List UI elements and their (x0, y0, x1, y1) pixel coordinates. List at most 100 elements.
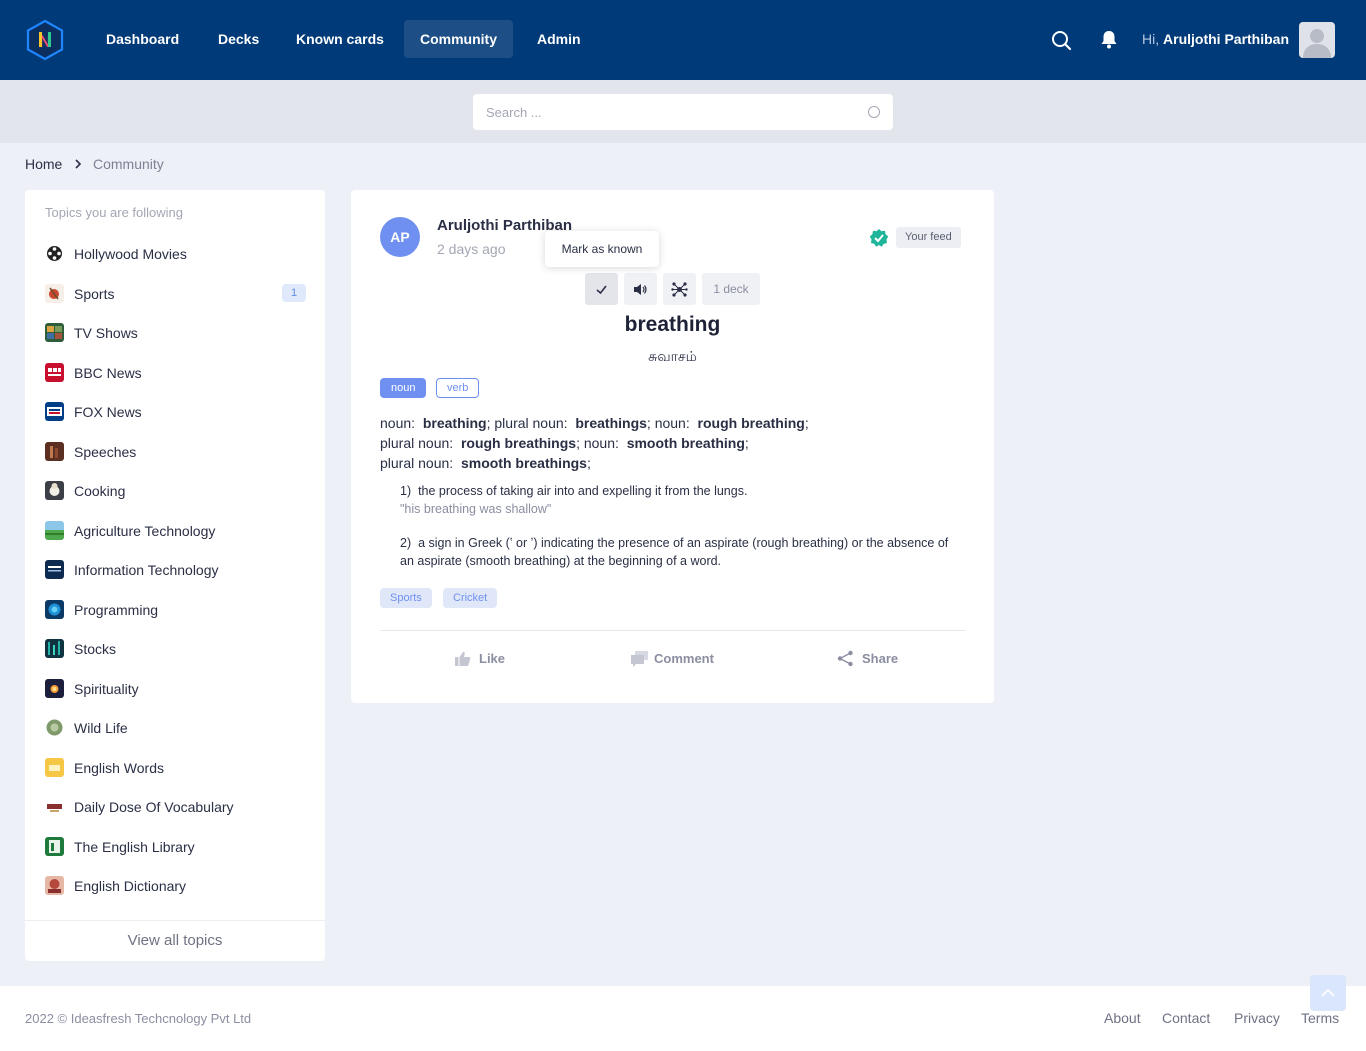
author-avatar[interactable]: AP (380, 217, 420, 257)
form-value: smooth breathing (626, 435, 745, 451)
search-submit-icon[interactable] (868, 106, 880, 118)
top-navbar: N Dashboard Decks Known cards Community … (0, 0, 1366, 80)
topic-label: Information Technology (74, 562, 219, 578)
comment-button[interactable]: Comment (630, 648, 720, 670)
speaker-icon (634, 284, 647, 295)
share-icon (837, 650, 853, 667)
footer-link-privacy[interactable]: Privacy (1234, 1010, 1280, 1026)
speeches-icon (45, 442, 64, 461)
bell-icon[interactable] (1098, 28, 1120, 50)
form-kind: noun: (583, 435, 619, 451)
word-forms: noun: breathing; plural noun: breathings… (380, 415, 809, 471)
share-button[interactable]: Share (837, 648, 907, 670)
nav-known-cards[interactable]: Known cards (280, 20, 400, 58)
topic-stocks[interactable]: Stocks (25, 631, 325, 667)
word-card: AP Aruljothi Parthiban 2 days ago Your f… (351, 190, 994, 703)
scroll-to-top-button[interactable] (1310, 975, 1346, 1011)
topic-english-dictionary[interactable]: English Dictionary (25, 868, 325, 904)
share-label: Share (862, 651, 899, 666)
topic-english-words[interactable]: English Words (25, 750, 325, 786)
form-kind: noun: (380, 415, 416, 431)
topic-label: Agriculture Technology (74, 523, 216, 539)
programming-icon (45, 600, 64, 619)
topic-label: FOX News (74, 404, 142, 420)
feed-badge: Your feed (896, 227, 961, 248)
topic-wild-life[interactable]: Wild Life (25, 710, 325, 746)
topic-speeches[interactable]: Speeches (25, 434, 325, 470)
like-button[interactable]: Like (454, 648, 514, 670)
form-kind: noun: (654, 415, 690, 431)
user-avatar[interactable] (1299, 22, 1335, 58)
topic-sports[interactable]: Sports 1 (25, 276, 325, 312)
form-kind: plural noun: (380, 435, 454, 451)
topic-label: The English Library (74, 839, 195, 855)
comment-label: Comment (654, 651, 714, 666)
form-value: smooth breathings (460, 455, 587, 471)
sense-definition: a sign in Greek (ʽ or ʼ) indicating the … (400, 536, 949, 568)
topic-tag-cricket[interactable]: Cricket (443, 588, 498, 608)
search-input[interactable] (473, 94, 853, 130)
spirituality-icon (45, 679, 64, 698)
card-translation: சுவாசம் (648, 348, 697, 364)
topic-information-technology[interactable]: Information Technology (25, 552, 325, 588)
topic-hollywood-movies[interactable]: Hollywood Movies (25, 236, 325, 272)
topic-bbc-news[interactable]: BBC News (25, 355, 325, 391)
breadcrumb-current: Community (93, 156, 164, 172)
sense-definition: the process of taking air into and expel… (418, 484, 748, 498)
deck-count-button[interactable]: 1 deck (702, 273, 760, 305)
topic-daily-dose-of-vocabulary[interactable]: Daily Dose Of Vocabulary (25, 789, 325, 825)
film-reel-icon (45, 244, 64, 263)
topic-spirituality[interactable]: Spirituality (25, 671, 325, 707)
sports-icon (45, 284, 64, 303)
topic-programming[interactable]: Programming (25, 592, 325, 628)
sense-2: 2) a sign in Greek (ʽ or ʼ) indicating t… (400, 534, 960, 570)
form-value: rough breathings (460, 435, 577, 451)
like-label: Like (479, 651, 506, 666)
topic-tv-shows[interactable]: TV Shows (25, 315, 325, 351)
footer-link-about[interactable]: About (1104, 1010, 1141, 1026)
nav-dashboard[interactable]: Dashboard (90, 20, 195, 58)
footer-link-contact[interactable]: Contact (1162, 1010, 1210, 1026)
bbc-news-icon (45, 363, 64, 382)
chevron-right-icon (75, 159, 82, 169)
view-all-topics-link[interactable]: View all topics (25, 920, 325, 961)
copyright-text: 2022 © Ideasfresh Techcnology Pvt Ltd (25, 1011, 252, 1026)
card-word: breathing (624, 313, 721, 336)
topic-label: Wild Life (74, 720, 128, 736)
pronounce-button[interactable] (624, 273, 657, 305)
nav-admin[interactable]: Admin (521, 20, 597, 58)
topic-label: Spirituality (74, 681, 139, 697)
topic-agriculture-technology[interactable]: Agriculture Technology (25, 513, 325, 549)
form-value: breathing (422, 415, 487, 431)
topic-label: BBC News (74, 365, 142, 381)
card-divider (380, 630, 966, 631)
topic-the-english-library[interactable]: The English Library (25, 829, 325, 865)
topic-cooking[interactable]: Cooking (25, 473, 325, 509)
breadcrumb-home[interactable]: Home (25, 156, 62, 172)
pos-tag-verb[interactable]: verb (436, 378, 480, 398)
topic-label: Stocks (74, 641, 117, 657)
app-logo[interactable]: N (24, 19, 66, 61)
topic-label: English Words (74, 760, 165, 776)
topic-tag-sports[interactable]: Sports (380, 588, 432, 608)
nav-community[interactable]: Community (404, 20, 513, 58)
footer-link-terms[interactable]: Terms (1301, 1010, 1339, 1026)
sense-number: 2) (400, 536, 412, 550)
fox-news-icon (45, 402, 64, 421)
verified-badge-icon (869, 229, 889, 247)
word-network-button[interactable] (663, 273, 696, 305)
thumbs-up-icon (455, 651, 471, 666)
topic-fox-news[interactable]: FOX News (25, 394, 325, 430)
information-technology-icon (45, 560, 64, 579)
sense-1: 1) the process of taking air into and ex… (400, 482, 960, 518)
mark-known-button[interactable] (585, 273, 618, 305)
topic-label: English Dictionary (74, 878, 187, 894)
cooking-icon (45, 481, 64, 500)
mark-known-tooltip: Mark as known (545, 231, 659, 267)
search-icon[interactable] (1050, 29, 1072, 51)
nav-decks[interactable]: Decks (202, 20, 275, 58)
form-kind: plural noun: (380, 455, 454, 471)
agriculture-icon (45, 521, 64, 540)
pos-tag-noun[interactable]: noun (380, 378, 427, 398)
topic-label: Hollywood Movies (74, 246, 187, 262)
